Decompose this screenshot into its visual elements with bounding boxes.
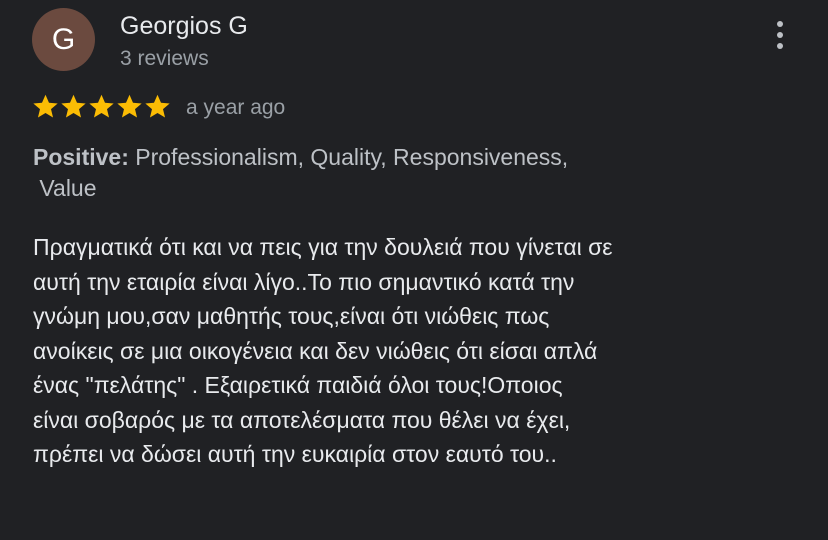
star-icon xyxy=(89,94,114,118)
star-icon xyxy=(117,94,142,118)
review-text: Πραγματικά ότι και να πεις για την δουλε… xyxy=(33,230,813,472)
review-text-line: πρέπει να δώσει αυτή την ευκαιρία στον ε… xyxy=(33,441,557,467)
more-options-button[interactable] xyxy=(768,16,792,54)
star-icon xyxy=(145,94,170,118)
review-text-line: αυτή την εταιρία είναι λίγο..Το πιο σημα… xyxy=(33,268,575,295)
review-text-line: γνώμη μου,σαν μαθητής τους,είναι ότι νιώ… xyxy=(33,303,550,329)
review-text-line: ανοίκεις σε μια οικογένεια και δεν νιώθε… xyxy=(33,337,598,364)
reviewer-review-count: 3 reviews xyxy=(120,47,209,70)
review-text-line: Πραγματικά ότι και να πεις για την δουλε… xyxy=(33,234,613,260)
review-time: a year ago xyxy=(186,96,286,119)
attributes-values: Professionalism, Quality, Responsiveness… xyxy=(128,144,569,170)
review-attributes: Positive: Professionalism, Quality, Resp… xyxy=(33,142,733,204)
reviewer-avatar[interactable]: G xyxy=(32,8,95,71)
attributes-values-cont: Value xyxy=(39,175,97,201)
attributes-line-2: Value xyxy=(33,173,733,204)
reviewer-name[interactable]: Georgios G xyxy=(120,11,248,41)
attributes-label: Positive: xyxy=(33,144,129,170)
attributes-line-1: Positive: Professionalism, Quality, Resp… xyxy=(33,142,733,173)
review-text-line: ένας "πελάτης" . Εξαιρετικά παιδιά όλοι … xyxy=(33,372,563,398)
review-text-line: είναι σοβαρός με τα αποτελέσματα που θέλ… xyxy=(33,406,571,433)
star-icon xyxy=(61,94,86,118)
more-vert-icon xyxy=(777,21,783,27)
more-vert-icon-dot xyxy=(777,43,783,49)
star-icon xyxy=(33,94,58,118)
more-vert-icon-dot xyxy=(777,32,783,38)
star-rating xyxy=(32,93,171,123)
